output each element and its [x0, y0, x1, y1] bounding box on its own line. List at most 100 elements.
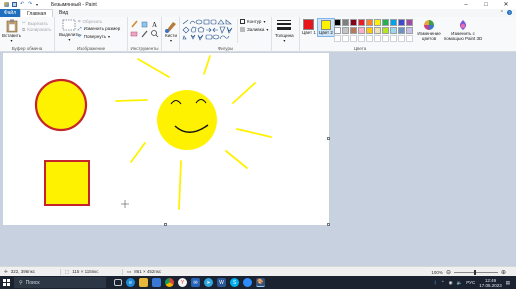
shapes-gallery[interactable]	[182, 19, 240, 45]
eraser-icon[interactable]	[130, 31, 138, 37]
fill-button[interactable]: Заливка ▾	[240, 27, 268, 32]
close-button[interactable]: ✕	[496, 0, 516, 9]
volume-icon[interactable]: 🔈	[457, 280, 463, 286]
minimize-button[interactable]: –	[456, 0, 476, 9]
custom-color-slot[interactable]	[382, 35, 389, 42]
telegram-icon[interactable]: ➤	[204, 278, 213, 287]
svg-text:A: A	[152, 21, 157, 29]
custom-color-slot[interactable]	[358, 35, 365, 42]
notifications-icon[interactable]: ▤	[506, 280, 510, 286]
edit-colors-button[interactable]: Изменение цветов	[417, 19, 441, 41]
rotate-button[interactable]: ⟳ Повернуть ▾	[78, 33, 110, 39]
zoom-slider[interactable]	[453, 270, 498, 275]
palette-color-swatch[interactable]	[350, 19, 357, 26]
palette-color-swatch[interactable]	[334, 19, 341, 26]
help-icon[interactable]: ?	[507, 10, 512, 15]
copy-button[interactable]: ⧉ Копировать	[22, 27, 51, 32]
custom-color-slot[interactable]	[334, 35, 341, 42]
paste-button[interactable]: Вставить ▾	[2, 19, 21, 43]
windows-logo-icon	[2, 279, 10, 286]
color1-button[interactable]: Цвет 1	[302, 19, 316, 35]
undo-icon[interactable]: ↶	[20, 2, 25, 7]
search-placeholder: Поиск	[25, 279, 40, 286]
zoom-out-button[interactable]: ⊖	[446, 269, 451, 276]
palette-color-swatch[interactable]	[406, 27, 413, 34]
crop-button[interactable]: ⌗ Обрезать	[78, 19, 102, 24]
file-explorer-icon[interactable]	[139, 278, 148, 287]
word-icon[interactable]: W	[217, 278, 226, 287]
palette-color-swatch[interactable]	[342, 19, 349, 26]
custom-color-slot[interactable]	[390, 35, 397, 42]
resize-button[interactable]: ⤢ Изменить размер	[78, 26, 120, 31]
edge-icon[interactable]: e	[126, 278, 135, 287]
palette-color-swatch[interactable]	[382, 27, 389, 34]
task-view-icon[interactable]	[114, 279, 122, 286]
palette-color-swatch[interactable]	[390, 19, 397, 26]
palette-color-swatch[interactable]	[390, 27, 397, 34]
outline-button[interactable]: Контур ▾	[240, 19, 265, 24]
shapes-scrollbar[interactable]	[237, 19, 238, 43]
size-button[interactable]: Толщина ▾	[275, 19, 294, 43]
bluetooth-icon[interactable]: ᛒ	[434, 280, 437, 285]
custom-color-slot[interactable]	[342, 35, 349, 42]
save-icon[interactable]	[12, 2, 17, 7]
custom-color-slot[interactable]	[406, 35, 413, 42]
skype-icon[interactable]: S	[230, 278, 239, 287]
color2-button[interactable]: Цвет 2	[317, 18, 335, 37]
palette-color-swatch[interactable]	[366, 27, 373, 34]
chrome-icon[interactable]	[165, 278, 174, 287]
pencil-icon[interactable]	[131, 20, 138, 28]
palette-color-swatch[interactable]	[374, 27, 381, 34]
select-button[interactable]: Выделить ▾	[59, 19, 80, 42]
palette-color-swatch[interactable]	[342, 27, 349, 34]
palette-color-swatch[interactable]	[398, 27, 405, 34]
start-button[interactable]	[0, 276, 12, 289]
palette-color-swatch[interactable]	[358, 19, 365, 26]
custom-color-slot[interactable]	[350, 35, 357, 42]
resize-handle-right[interactable]	[327, 137, 330, 140]
mail-icon[interactable]: ✉	[191, 278, 200, 287]
custom-color-slot[interactable]	[366, 35, 373, 42]
palette-color-swatch[interactable]	[350, 27, 357, 34]
resize-handle-bottom[interactable]	[164, 223, 167, 226]
cut-button[interactable]: ✂ Вырезать	[22, 20, 48, 26]
tab-file[interactable]: Файл	[0, 9, 20, 17]
palette-color-swatch[interactable]	[398, 19, 405, 26]
resize-handle-corner[interactable]	[327, 223, 330, 226]
palette-color-swatch[interactable]	[406, 19, 413, 26]
redo-icon[interactable]: ↷	[28, 2, 33, 7]
palette-color-swatch[interactable]	[366, 19, 373, 26]
collapse-ribbon-icon[interactable]: ⌃	[500, 10, 504, 16]
size-dropdown-icon: ▾	[283, 38, 286, 43]
fill-bucket-icon[interactable]	[141, 21, 148, 28]
brushes-button[interactable]: Кисти ▾	[164, 19, 178, 43]
color-picker-icon[interactable]	[141, 30, 148, 38]
taskbar-search[interactable]: ⚲ Поиск	[14, 277, 106, 288]
zoom-slider-thumb[interactable]	[473, 270, 476, 275]
zoom-in-button[interactable]: ⊕	[501, 269, 506, 276]
custom-color-slot[interactable]	[398, 35, 405, 42]
palette-color-swatch[interactable]	[334, 27, 341, 34]
customize-toolbar-icon[interactable]: ▾	[36, 2, 41, 7]
drawing-canvas[interactable]	[3, 53, 329, 225]
yandex-browser-icon[interactable]: Y	[178, 278, 187, 287]
palette-color-swatch[interactable]	[358, 27, 365, 34]
tray-chevron-icon[interactable]: ⌃	[441, 280, 445, 286]
line-size-icon	[277, 20, 292, 30]
maximize-button[interactable]: □	[476, 0, 496, 9]
color2-swatch	[320, 20, 331, 30]
palette-color-swatch[interactable]	[382, 19, 389, 26]
custom-color-slot[interactable]	[374, 35, 381, 42]
network-icon[interactable]: ◉	[449, 280, 453, 286]
zoom-app-icon[interactable]	[243, 278, 252, 287]
palette-color-swatch[interactable]	[374, 19, 381, 26]
magnifier-icon[interactable]	[151, 30, 159, 38]
keyboard-language[interactable]: РУС	[466, 280, 475, 285]
tab-home[interactable]: Главная	[20, 9, 54, 17]
text-tool-icon[interactable]: A	[152, 21, 157, 29]
paint-taskbar-icon[interactable]: 🎨	[256, 278, 265, 287]
paint3d-button[interactable]: Изменить с помощью Paint 3D	[443, 19, 483, 41]
tab-view[interactable]: Вид	[53, 9, 74, 17]
clock[interactable]: 12:49 17.05.2023	[479, 278, 502, 288]
store-icon[interactable]	[152, 278, 161, 287]
